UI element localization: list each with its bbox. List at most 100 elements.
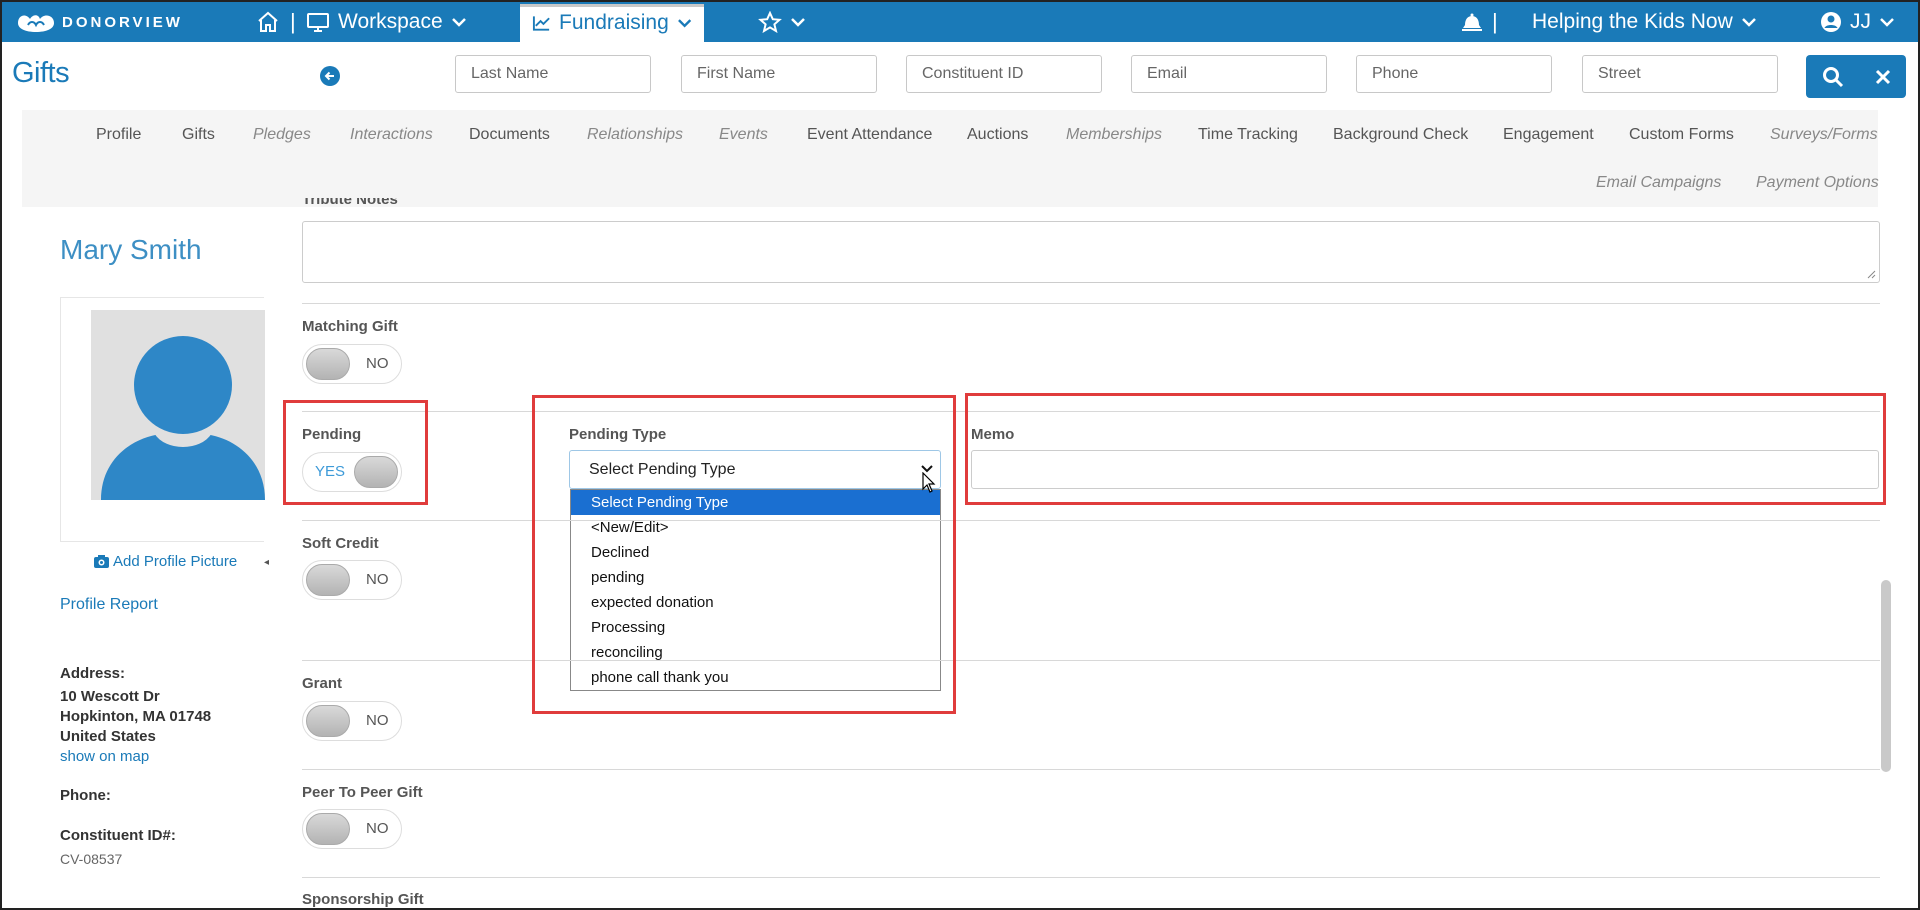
bell-icon bbox=[1462, 13, 1482, 31]
search-icon[interactable] bbox=[1822, 66, 1844, 88]
tab-custom-forms[interactable]: Custom Forms bbox=[1629, 126, 1734, 144]
soft-credit-toggle[interactable]: NO bbox=[302, 560, 402, 600]
show-on-map-link[interactable]: show on map bbox=[60, 748, 149, 765]
tab-gifts[interactable]: Gifts bbox=[182, 126, 215, 144]
topbar-separator: | bbox=[1492, 2, 1498, 42]
phone-label: Phone: bbox=[60, 787, 111, 804]
active-indicator bbox=[520, 4, 704, 7]
notifications-button[interactable] bbox=[1460, 2, 1484, 42]
tab-email-campaigns[interactable]: Email Campaigns bbox=[1596, 174, 1721, 192]
last-name-search-input[interactable] bbox=[455, 55, 651, 93]
address-label: Address: bbox=[60, 665, 126, 682]
top-navigation-bar: DONORVIEW | Workspace Fundraising | Help… bbox=[2, 2, 1918, 42]
organization-menu[interactable]: Helping the Kids Now bbox=[1532, 2, 1757, 42]
street-search-input[interactable] bbox=[1582, 55, 1778, 93]
tab-relationships[interactable]: Relationships bbox=[587, 126, 683, 144]
sponsorship-gift-label: Sponsorship Gift bbox=[302, 891, 424, 908]
arrow-left-icon bbox=[324, 71, 334, 81]
logo-text: DONORVIEW bbox=[62, 13, 183, 31]
favorites-menu[interactable] bbox=[758, 2, 806, 42]
chevron-down-icon bbox=[1741, 18, 1756, 27]
back-button[interactable] bbox=[320, 66, 340, 86]
trend-chart-icon bbox=[532, 16, 550, 31]
divider bbox=[302, 769, 1880, 770]
chevron-down-icon bbox=[677, 19, 691, 28]
toggle-state-label: NO bbox=[366, 712, 389, 729]
tab-pledges[interactable]: Pledges bbox=[253, 126, 311, 144]
tribute-notes-label-text: Tribute Notes bbox=[302, 198, 398, 208]
collapse-panel-icon[interactable]: ◂ bbox=[264, 557, 269, 568]
constituent-id-label: Constituent ID#: bbox=[60, 827, 176, 844]
organization-name: Helping the Kids Now bbox=[1532, 10, 1733, 33]
user-circle-icon bbox=[1821, 12, 1841, 32]
tab-documents[interactable]: Documents bbox=[469, 126, 550, 144]
user-initials: JJ bbox=[1850, 10, 1871, 33]
donorview-logo[interactable]: DONORVIEW bbox=[16, 10, 183, 34]
fundraising-menu[interactable]: Fundraising bbox=[520, 4, 704, 42]
first-name-search-input[interactable] bbox=[681, 55, 877, 93]
camera-icon bbox=[94, 555, 109, 568]
toggle-state-label: NO bbox=[366, 355, 389, 372]
chevron-down-icon bbox=[791, 18, 805, 27]
vertical-scrollbar[interactable] bbox=[1881, 580, 1891, 772]
pending-type-highlight-box bbox=[532, 395, 956, 714]
tab-events[interactable]: Events bbox=[719, 126, 768, 144]
tab-profile[interactable]: Profile bbox=[96, 126, 141, 144]
chevron-down-icon bbox=[451, 18, 466, 27]
tab-time-tracking[interactable]: Time Tracking bbox=[1198, 126, 1298, 144]
toggle-knob bbox=[306, 705, 350, 737]
grant-label: Grant bbox=[302, 675, 343, 692]
home-button[interactable] bbox=[256, 2, 280, 42]
constituent-id-search-input[interactable] bbox=[906, 55, 1102, 93]
address-line-1: 10 Wescott Dr bbox=[60, 688, 160, 705]
profile-report-link[interactable]: Profile Report bbox=[60, 596, 158, 614]
tab-surveys-forms[interactable]: Surveys/Forms bbox=[1770, 126, 1878, 144]
tab-background-check[interactable]: Background Check bbox=[1333, 126, 1468, 144]
tab-payment-options[interactable]: Payment Options bbox=[1756, 174, 1879, 192]
memo-highlight-box bbox=[965, 393, 1886, 505]
toggle-knob bbox=[306, 564, 350, 596]
topbar-separator: | bbox=[290, 2, 296, 42]
app-window: DONORVIEW | Workspace Fundraising | Help… bbox=[0, 0, 1920, 910]
add-profile-picture-link[interactable]: Add Profile Picture bbox=[94, 553, 237, 570]
matching-gift-label: Matching Gift bbox=[302, 318, 398, 335]
matching-gift-toggle[interactable]: NO bbox=[302, 344, 402, 384]
avatar bbox=[60, 297, 265, 542]
constituent-id-value: CV-08537 bbox=[60, 851, 123, 867]
tab-event-attendance[interactable]: Event Attendance bbox=[807, 126, 932, 144]
tab-memberships[interactable]: Memberships bbox=[1066, 126, 1162, 144]
tribute-notes-label: Tribute Notes bbox=[302, 198, 398, 209]
peer-to-peer-gift-label: Peer To Peer Gift bbox=[302, 784, 423, 801]
phone-search-input[interactable] bbox=[1356, 55, 1552, 93]
tab-engagement[interactable]: Engagement bbox=[1503, 126, 1594, 144]
divider bbox=[302, 303, 1880, 304]
separator-text: | bbox=[1492, 9, 1498, 34]
chevron-down-icon bbox=[1880, 18, 1894, 27]
monitor-icon bbox=[307, 13, 329, 32]
soft-credit-label: Soft Credit bbox=[302, 535, 379, 552]
email-search-input[interactable] bbox=[1131, 55, 1327, 93]
tab-interactions[interactable]: Interactions bbox=[350, 126, 433, 144]
user-menu[interactable]: JJ bbox=[1820, 2, 1895, 42]
tribute-notes-textarea[interactable] bbox=[302, 221, 1880, 283]
fundraising-label: Fundraising bbox=[559, 11, 669, 34]
page-title: Gifts bbox=[12, 57, 70, 89]
tab-auctions[interactable]: Auctions bbox=[967, 126, 1028, 144]
star-icon bbox=[758, 11, 782, 33]
resize-grip-icon[interactable] bbox=[1866, 269, 1876, 279]
toggle-knob bbox=[306, 813, 350, 845]
separator-text: | bbox=[290, 9, 296, 34]
address-line-3: United States bbox=[60, 728, 156, 745]
mouse-cursor-icon bbox=[922, 472, 936, 493]
address-line-2: Hopkinton, MA 01748 bbox=[60, 708, 212, 725]
user-silhouette-icon bbox=[101, 336, 265, 500]
grant-toggle[interactable]: NO bbox=[302, 701, 402, 741]
peer-to-peer-gift-toggle[interactable]: NO bbox=[302, 809, 402, 849]
constituent-name: Mary Smith bbox=[60, 234, 202, 265]
search-actions bbox=[1806, 55, 1906, 98]
close-icon[interactable] bbox=[1875, 69, 1891, 85]
hands-logo-icon bbox=[18, 15, 54, 32]
workspace-menu[interactable]: Workspace bbox=[306, 2, 467, 42]
home-icon bbox=[258, 11, 278, 32]
constituent-tabs: Profile Gifts Pledges Interactions Docum… bbox=[22, 110, 1879, 207]
